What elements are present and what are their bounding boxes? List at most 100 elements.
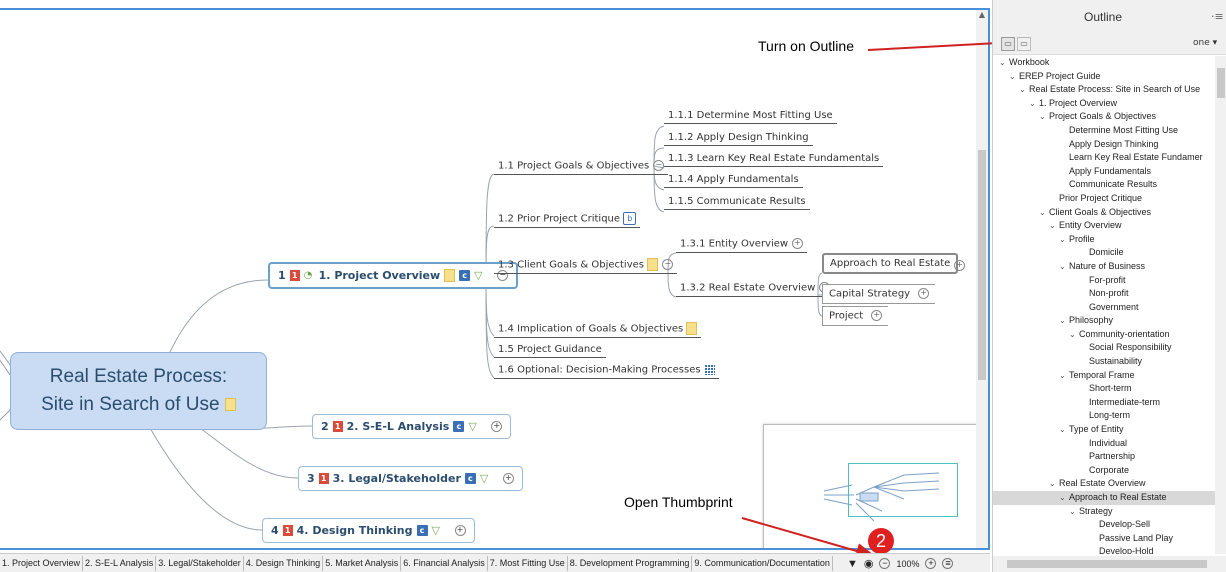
thumbnail-toggle-icon[interactable]: ◉ <box>864 557 874 570</box>
outline-tree-label: For-profit <box>1089 274 1126 285</box>
outline-tree-item[interactable]: Government <box>993 301 1215 315</box>
outline-tree-label: Corporate <box>1089 464 1130 475</box>
sheet-tab[interactable]: 2. S-E-L Analysis <box>83 556 157 571</box>
outline-tree-item[interactable]: Communicate Results <box>993 178 1215 192</box>
outline-tree-item[interactable]: Individual <box>993 437 1215 451</box>
outline-tree-label: Short-term <box>1089 383 1132 394</box>
outline-tree-label: Develop-Sell <box>1099 519 1151 530</box>
filter-icon[interactable]: ▼ <box>847 558 858 570</box>
outline-tree-item[interactable]: ⌄ Real Estate Process: Site in Search of … <box>993 83 1215 97</box>
outline-tree-item[interactable]: Non-profit <box>993 287 1215 301</box>
sheet-tab[interactable]: 9. Communication/Documentation <box>692 556 833 571</box>
sheet-tabs-bar: 1. Project Overview 2. S-E-L Analysis 3.… <box>0 553 990 572</box>
outline-tree-label: Social Responsibility <box>1089 342 1172 353</box>
outline-tree-item[interactable]: Domicile <box>993 246 1215 260</box>
outline-toolbar: ▭ ▭ one ▾ <box>993 34 1226 55</box>
outline-tree-label: Profile <box>1069 233 1095 244</box>
outline-tree-item[interactable]: ⌄ Community-orientation <box>993 328 1215 342</box>
outline-tree-item[interactable]: Apply Design Thinking <box>993 138 1215 152</box>
outline-tree-item[interactable]: ⌄ Temporal Frame <box>993 369 1215 383</box>
outline-tree-item[interactable]: Long-term <box>993 409 1215 423</box>
outline-tree-item[interactable]: Passive Land Play <box>993 532 1215 546</box>
app-window: Real Estate Process: Site in Search of U… <box>0 0 1226 572</box>
outline-tree-label: Real Estate Overview <box>1059 478 1146 489</box>
sheet-tab[interactable]: 7. Most Fitting Use <box>488 556 568 571</box>
outline-view-alt-icon[interactable]: ▭ <box>1017 37 1031 51</box>
outline-tree-label: 1. Project Overview <box>1039 97 1118 108</box>
chevron-down-icon[interactable]: ⌄ <box>1059 233 1069 247</box>
outline-tree-item[interactable]: ⌄ Real Estate Overview <box>993 477 1215 491</box>
outline-tree-item[interactable]: Intermediate-term <box>993 396 1215 410</box>
outline-tree-item[interactable]: ⌄ Profile <box>993 233 1215 247</box>
scroll-thumb[interactable] <box>1007 560 1207 568</box>
outline-tree-item[interactable]: Partnership <box>993 450 1215 464</box>
outline-tree-item[interactable]: Learn Key Real Estate Fundamer <box>993 151 1215 165</box>
outline-tree-item[interactable]: ⌄ Nature of Business <box>993 260 1215 274</box>
outline-header: Outline ·≡ <box>993 0 1226 34</box>
outline-tree-label: Communicate Results <box>1069 179 1158 190</box>
chevron-down-icon[interactable]: ⌄ <box>1039 110 1049 124</box>
sheet-tab[interactable]: 3. Legal/Stakeholder <box>156 556 244 571</box>
chevron-down-icon[interactable]: ⌄ <box>1009 70 1019 84</box>
outline-tree-label: Nature of Business <box>1069 260 1146 271</box>
sheet-tab[interactable]: 1. Project Overview <box>0 556 84 571</box>
chevron-down-icon[interactable]: ⌄ <box>1069 328 1079 342</box>
outline-tree-label: Partnership <box>1089 451 1136 462</box>
chevron-down-icon[interactable]: ⌄ <box>1029 97 1039 111</box>
chevron-down-icon[interactable]: ⌄ <box>1059 491 1069 505</box>
outline-panel: Outline ·≡ ▭ ▭ one ▾ ⌄ Workbook ⌄ EREP Proj… <box>992 0 1226 572</box>
outline-view-icon[interactable]: ▭ <box>1001 37 1015 51</box>
outline-tree-item[interactable]: ⌄ Approach to Real Estate <box>993 491 1215 505</box>
outline-tree-item[interactable]: Apply Fundamentals <box>993 165 1215 179</box>
outline-dropdown[interactable]: one ▾ <box>1193 38 1217 48</box>
scroll-thumb[interactable] <box>1217 68 1225 98</box>
outline-tree-item[interactable]: Short-term <box>993 382 1215 396</box>
zoom-level: 100% <box>896 558 920 569</box>
fit-icon[interactable]: ≡ <box>942 558 954 569</box>
chevron-down-icon[interactable]: ⌄ <box>1019 83 1029 97</box>
chevron-down-icon[interactable]: ⌄ <box>1059 423 1069 437</box>
outline-tree-item[interactable]: Sustainability <box>993 355 1215 369</box>
outline-tree-item[interactable]: ⌄ Project Goals & Objectives <box>993 110 1215 124</box>
chevron-down-icon[interactable]: ⌄ <box>1059 260 1069 274</box>
outline-tree-item[interactable]: ⌄ 1. Project Overview <box>993 97 1215 111</box>
outline-tree-label: Government <box>1089 301 1139 312</box>
outline-tree-item[interactable]: ⌄ Philosophy <box>993 314 1215 328</box>
outline-tree-label: Temporal Frame <box>1069 369 1135 380</box>
chevron-down-icon[interactable]: ⌄ <box>1059 369 1069 383</box>
outline-tree-item[interactable]: Prior Project Critique <box>993 192 1215 206</box>
chevron-down-icon[interactable]: ⌄ <box>1049 219 1059 233</box>
chevron-down-icon[interactable]: ⌄ <box>1059 314 1069 328</box>
panel-menu-icon[interactable]: ·≡ <box>1211 10 1224 23</box>
outline-tree-item[interactable]: ⌄ Client Goals & Objectives <box>993 206 1215 220</box>
outline-tree-item[interactable]: Develop-Hold <box>993 545 1215 554</box>
sheet-tab[interactable]: 8. Development Programming <box>568 556 693 571</box>
zoom-in-icon[interactable]: + <box>925 558 937 569</box>
sheet-tab[interactable]: 5. Market Analysis <box>323 556 402 571</box>
outline-vertical-scrollbar[interactable] <box>1215 56 1226 554</box>
chevron-down-icon[interactable]: ⌄ <box>1049 477 1059 491</box>
outline-tree-item[interactable]: Determine Most Fitting Use <box>993 124 1215 138</box>
outline-tree-item[interactable]: ⌄ Strategy <box>993 505 1215 519</box>
zoom-out-icon[interactable]: − <box>879 558 891 569</box>
sheet-tab[interactable]: 6. Financial Analysis <box>401 556 488 571</box>
outline-tree-item[interactable]: Corporate <box>993 464 1215 478</box>
outline-horizontal-scrollbar[interactable] <box>993 556 1226 572</box>
outline-tree-label: Learn Key Real Estate Fundamer <box>1069 152 1203 163</box>
step-badge-2: 2 <box>868 528 894 554</box>
chevron-down-icon[interactable]: ⌄ <box>999 56 1009 70</box>
outline-tree-item[interactable]: For-profit <box>993 274 1215 288</box>
outline-tree-label: Develop-Hold <box>1099 546 1154 554</box>
outline-tree-item[interactable]: Social Responsibility <box>993 341 1215 355</box>
sheet-tab[interactable]: 4. Design Thinking <box>244 556 324 571</box>
outline-tree-label: Community-orientation <box>1079 328 1170 339</box>
annotation-open-thumbprint: Open Thumbprint <box>624 494 733 510</box>
outline-tree-item[interactable]: ⌄ EREP Project Guide <box>993 70 1215 84</box>
outline-tree-item[interactable]: ⌄ Type of Entity <box>993 423 1215 437</box>
chevron-down-icon[interactable]: ⌄ <box>1039 206 1049 220</box>
outline-tree-item[interactable]: Develop-Sell <box>993 518 1215 532</box>
outline-tree-item[interactable]: ⌄ Entity Overview <box>993 219 1215 233</box>
chevron-down-icon[interactable]: ⌄ <box>1069 505 1079 519</box>
outline-tree-label: Sustainability <box>1089 356 1143 367</box>
outline-tree-item[interactable]: ⌄ Workbook <box>993 56 1215 70</box>
